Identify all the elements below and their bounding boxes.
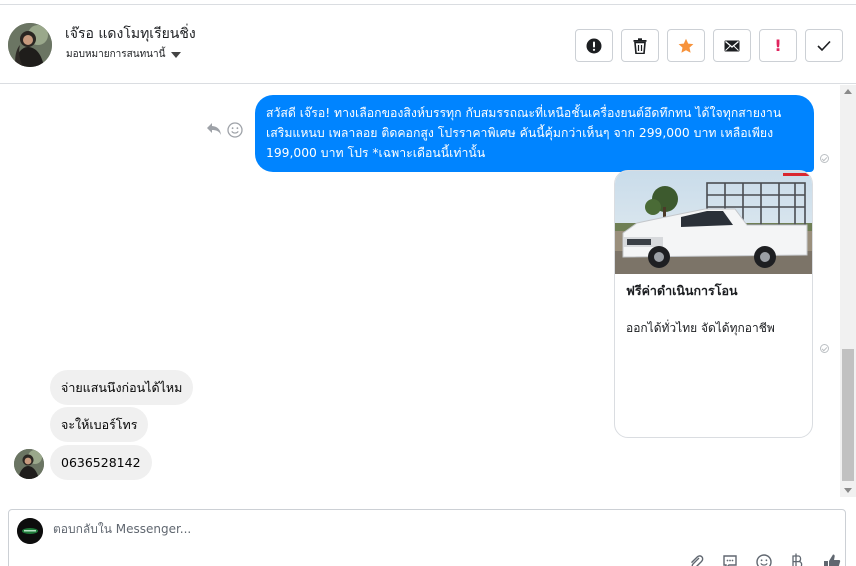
scrollbar-thumb[interactable] xyxy=(842,349,854,481)
composer-tools xyxy=(686,552,842,566)
mark-done-button[interactable] xyxy=(805,29,843,62)
card-title: ฟรีค่าดำเนินการโอน xyxy=(626,283,738,298)
page-avatar xyxy=(17,518,43,544)
caret-down-icon xyxy=(171,52,182,58)
follow-up-button[interactable]: ! xyxy=(759,29,797,62)
mark-spam-button[interactable] xyxy=(575,29,613,62)
star-button[interactable] xyxy=(667,29,705,62)
trash-icon xyxy=(633,37,647,54)
saved-reply-button[interactable] xyxy=(720,552,740,566)
contact-avatar-small[interactable] xyxy=(14,449,44,479)
exclamation-icon: ! xyxy=(774,35,782,55)
star-icon xyxy=(678,38,694,53)
baht-icon xyxy=(792,553,803,566)
spam-icon xyxy=(586,38,602,53)
incoming-message: จ่ายแสนนึงก่อนได้ไหม xyxy=(50,370,194,405)
like-button[interactable] xyxy=(822,552,842,566)
product-card[interactable]: ฟรีค่าดำเนินการโอน ออกได้ทั่วไทย จัดได้ท… xyxy=(614,170,813,438)
checkmark-icon xyxy=(817,40,831,51)
seen-icon xyxy=(820,344,829,353)
seen-icon xyxy=(820,154,829,163)
contact-name[interactable]: เจ๊รอ แดงโมทุเรียนชิ่ง xyxy=(65,23,196,45)
mark-unread-button[interactable] xyxy=(713,29,751,62)
thread-scrollbar[interactable] xyxy=(840,85,856,497)
outgoing-message: สวัสดี เจ๊รอ! ทางเลือกของสิงห์บรรทุก กับ… xyxy=(255,95,814,172)
envelope-icon xyxy=(724,40,740,51)
incoming-message: จะให้เบอร์โทร xyxy=(50,407,149,442)
emoji-button[interactable] xyxy=(754,552,774,566)
reply-icon[interactable] xyxy=(206,122,222,136)
assign-label: มอบหมายการสนทนานี้ xyxy=(66,49,166,60)
card-subtitle: ออกได้ทั่วไทย จัดได้ทุกอาชีพ xyxy=(626,321,775,335)
assign-conversation-dropdown[interactable]: มอบหมายการสนทนานี้ xyxy=(66,47,182,62)
scroll-up-arrow-icon[interactable] xyxy=(844,89,852,94)
saved-reply-icon xyxy=(723,555,737,566)
contact-avatar[interactable] xyxy=(8,23,52,67)
paperclip-icon xyxy=(691,555,704,566)
conversation-header: เจ๊รอ แดงโมทุเรียนชิ่ง มอบหมายการสนทนานี… xyxy=(0,4,856,84)
scroll-down-arrow-icon[interactable] xyxy=(844,488,852,493)
payment-button[interactable] xyxy=(788,552,808,566)
message-thread: สวัสดี เจ๊รอ! ทางเลือกของสิงห์บรรทุก กับ… xyxy=(0,85,840,497)
thumbs-up-icon xyxy=(824,554,841,566)
pickup-truck-image xyxy=(615,171,812,274)
message-composer xyxy=(8,509,846,566)
emoji-icon xyxy=(756,554,772,566)
delete-button[interactable] xyxy=(621,29,659,62)
incoming-message: 0636528142 xyxy=(50,445,152,480)
attach-button[interactable] xyxy=(686,552,706,566)
reply-input[interactable] xyxy=(53,522,653,536)
react-emoji-icon[interactable] xyxy=(227,122,243,138)
conversation-actions: ! xyxy=(575,29,843,62)
